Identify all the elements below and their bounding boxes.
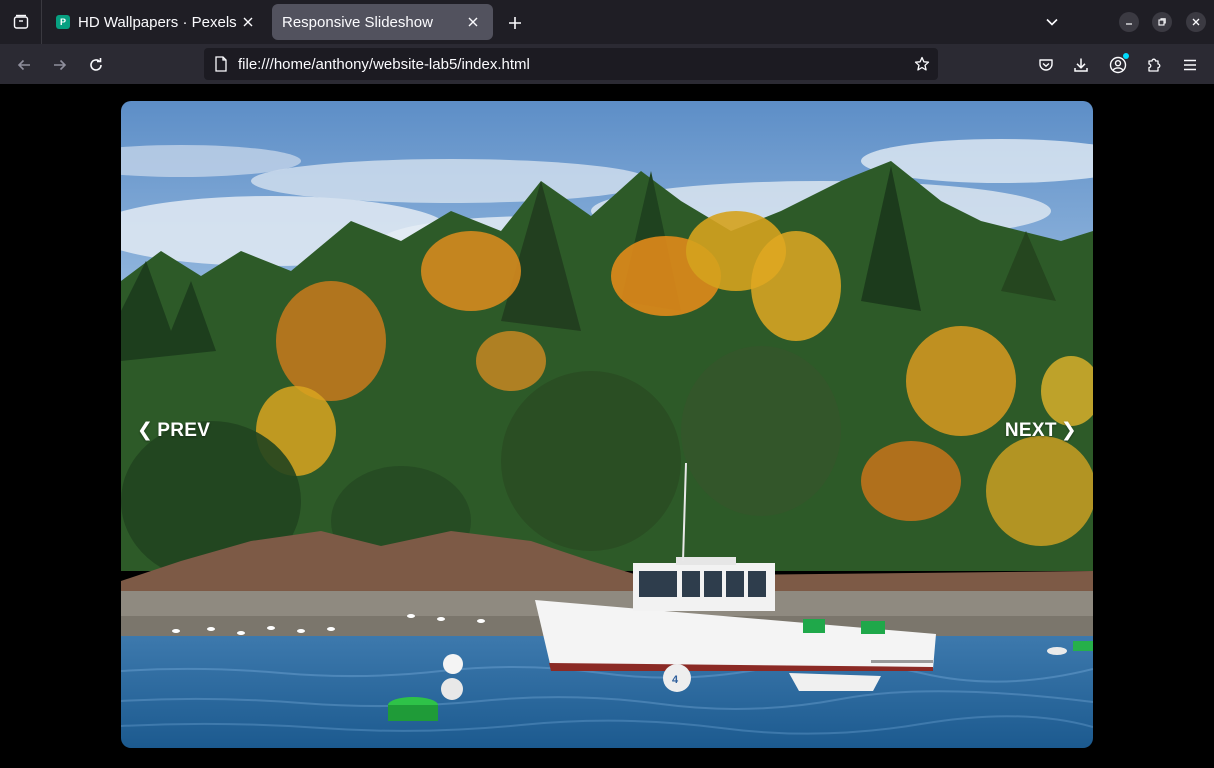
chevron-left-icon: ❮ — [137, 420, 154, 441]
next-label: NEXT — [1004, 419, 1057, 441]
downloads-button[interactable] — [1068, 52, 1094, 78]
navigation-toolbar: file:///home/anthony/website-lab5/index.… — [0, 44, 1214, 84]
tab-list-icon — [13, 14, 28, 29]
tab-pexels[interactable]: P HD Wallpapers · Pexels — [46, 4, 268, 40]
pocket-icon — [1039, 59, 1053, 71]
hamburger-menu-icon — [1184, 59, 1196, 71]
reload-button[interactable] — [83, 52, 109, 78]
next-slide-button[interactable]: NEXT ❯ — [1005, 419, 1077, 442]
extensions-button[interactable] — [1141, 52, 1167, 78]
chevron-right-icon: ❯ — [1060, 420, 1077, 441]
buoy-number: 4 — [672, 674, 679, 686]
close-icon — [243, 17, 253, 27]
url-text[interactable]: file:///home/anthony/website-lab5/index.… — [238, 56, 906, 73]
close-icon — [468, 17, 478, 27]
page-content: 4 ❮ PREV NEXT ❯ — [0, 84, 1214, 768]
tab-title: HD Wallpapers · Pexels — [78, 13, 237, 31]
minimize-icon — [1126, 23, 1132, 25]
reload-icon — [90, 58, 102, 71]
arrow-left-icon — [17, 59, 30, 71]
pexels-favicon-icon: P — [56, 15, 70, 29]
close-window-button[interactable] — [1186, 12, 1206, 32]
account-button[interactable] — [1105, 52, 1131, 78]
prev-slide-button[interactable]: ❮ PREV — [137, 419, 210, 442]
plus-icon — [509, 17, 521, 29]
back-button[interactable] — [11, 52, 37, 78]
close-tab-button[interactable] — [463, 12, 483, 32]
pocket-button[interactable] — [1033, 52, 1059, 78]
minimize-button[interactable] — [1119, 12, 1139, 32]
slide-image: 4 — [121, 101, 1093, 748]
star-icon — [914, 56, 930, 71]
arrow-right-icon — [54, 59, 67, 71]
new-tab-button[interactable] — [502, 10, 528, 36]
slideshow-container: 4 ❮ PREV NEXT ❯ — [121, 101, 1093, 748]
page-icon — [204, 48, 238, 80]
restore-button[interactable] — [1152, 12, 1172, 32]
forward-button[interactable] — [47, 52, 73, 78]
app-menu-button[interactable] — [1177, 52, 1203, 78]
tab-responsive-slideshow[interactable]: Responsive Slideshow — [272, 4, 493, 40]
restore-icon — [1158, 18, 1166, 26]
list-all-tabs-button[interactable] — [1040, 10, 1064, 34]
download-icon — [1074, 58, 1088, 72]
close-icon — [1192, 18, 1200, 26]
chevron-down-icon — [1046, 18, 1058, 26]
bookmark-star-button[interactable] — [906, 48, 938, 80]
prev-label: PREV — [157, 419, 211, 441]
tab-title: Responsive Slideshow — [282, 13, 433, 31]
tab-list-button[interactable] — [0, 0, 42, 44]
puzzle-icon — [1148, 58, 1161, 72]
tab-strip: P HD Wallpapers · Pexels Responsive Slid… — [0, 0, 1214, 44]
notification-dot — [1123, 53, 1129, 59]
close-tab-button[interactable] — [238, 12, 258, 32]
address-bar[interactable]: file:///home/anthony/website-lab5/index.… — [204, 48, 938, 80]
